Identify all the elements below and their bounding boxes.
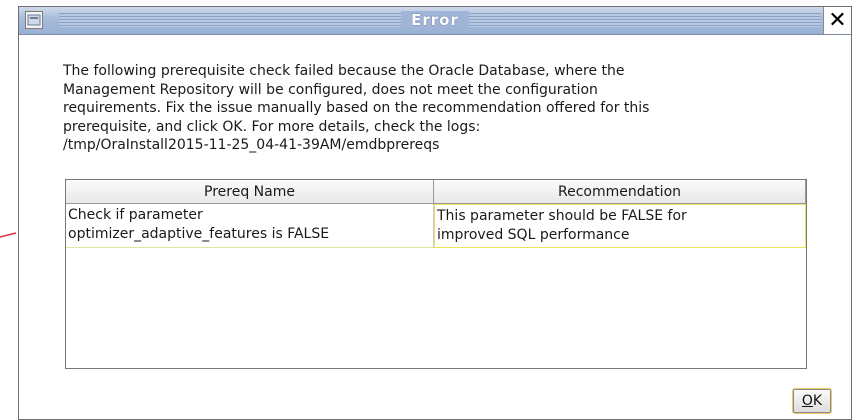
ok-mnemonic: O xyxy=(801,393,813,409)
error-message: The following prerequisite check failed … xyxy=(63,62,823,155)
error-dialog: Error ✕ The following prerequisite check… xyxy=(18,6,852,420)
message-line: prerequisite, and click OK. For more det… xyxy=(63,118,481,135)
red-arrow-icon xyxy=(0,232,17,238)
close-icon[interactable]: ✕ xyxy=(823,7,851,34)
log-path: /tmp/OraInstall2015-11-25_04-41-39AM/emd… xyxy=(63,137,440,153)
message-line: Management Repository will be configured… xyxy=(63,81,598,98)
message-line: requirements. Fix the issue manually bas… xyxy=(63,100,650,116)
title-bar[interactable]: Error ✕ xyxy=(19,7,851,35)
table-row[interactable]: Check if parameter optimizer_adaptive_fe… xyxy=(66,204,806,248)
column-header-prereq-name[interactable]: Prereq Name xyxy=(66,180,434,203)
dialog-title: Error xyxy=(19,11,851,29)
ok-label-rest: K xyxy=(812,393,823,409)
prereq-table[interactable]: Prereq Name Recommendation Check if para… xyxy=(65,179,807,369)
prereq-name-cell[interactable]: Check if parameter optimizer_adaptive_fe… xyxy=(66,204,434,248)
table-header: Prereq Name Recommendation xyxy=(66,180,806,204)
message-line: The following prerequisite check failed … xyxy=(63,63,625,79)
column-header-recommendation[interactable]: Recommendation xyxy=(434,180,806,203)
ok-button[interactable]: OK xyxy=(792,388,832,414)
recommendation-cell[interactable]: This parameter should be FALSE for impro… xyxy=(434,204,806,248)
